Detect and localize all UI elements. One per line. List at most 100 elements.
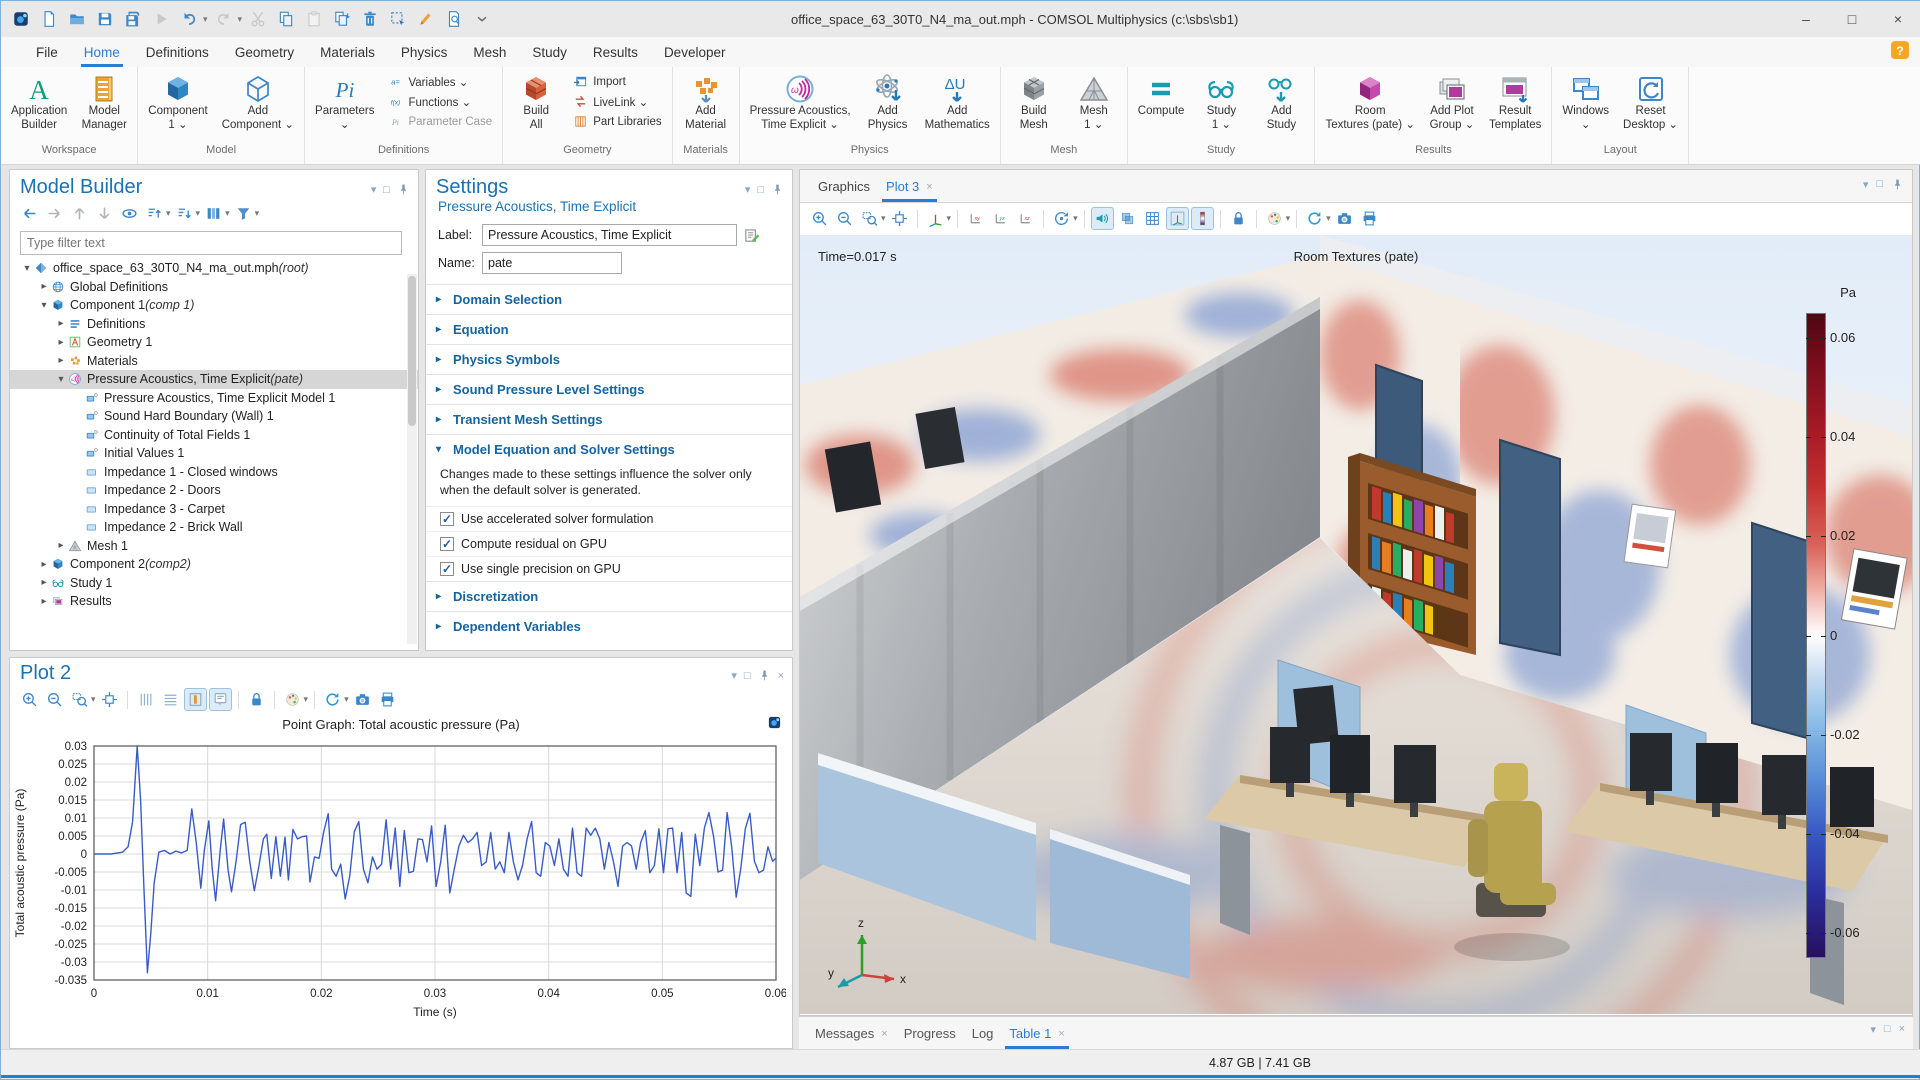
copy-icon[interactable] (274, 7, 298, 31)
duplicate-icon[interactable] (330, 7, 354, 31)
help-icon[interactable]: ? (1889, 39, 1913, 63)
checkbox[interactable]: ✓ (440, 562, 454, 576)
arrow-right-button[interactable] (43, 202, 66, 225)
select-frame-icon[interactable] (386, 7, 410, 31)
ribbon-button-pressure-acoustics-time-explicit[interactable]: ω Pressure Acoustics, Time Explicit ⌄ (744, 71, 857, 132)
tab-messages[interactable]: Messages × (807, 1020, 896, 1049)
tree-item-global-definitions[interactable]: ▸ Global Definitions (10, 278, 418, 297)
view-yz-button[interactable]: yz (989, 207, 1012, 230)
dropdown-arrow-icon[interactable]: ▾ (238, 14, 243, 25)
dropdown-arrow-icon[interactable]: ▾ (1073, 213, 1078, 224)
ribbon-button-compute[interactable]: Compute (1132, 71, 1191, 119)
float-icon[interactable]: □ (1876, 178, 1883, 191)
zoom-extents-button[interactable] (98, 688, 121, 711)
settings-section-transient-mesh-settings[interactable]: ▸ Transient Mesh Settings (426, 404, 792, 434)
scene-axes-button[interactable] (1165, 207, 1189, 230)
zoom-box-button[interactable] (858, 207, 881, 230)
ribbon-button-variables[interactable]: a= Variables ⌄ (384, 72, 496, 91)
ribbon-button-parameters[interactable]: Pi Parameters ⌄ (309, 71, 380, 132)
ribbon-button-component-1[interactable]: Component 1 ⌄ (142, 71, 213, 132)
dropdown-icon[interactable]: ▾ (731, 669, 737, 682)
tree-closed-chevron-icon[interactable]: ▸ (37, 281, 51, 292)
settings-section-dependent-variables[interactable]: ▸ Dependent Variables (426, 611, 792, 641)
arrow-up-button[interactable] (68, 202, 91, 225)
filter-button[interactable] (232, 202, 255, 225)
delete-icon[interactable] (358, 7, 382, 31)
tree-item-study-1[interactable]: ▸ Study 1 (10, 574, 418, 593)
grid-v-button[interactable] (134, 688, 157, 711)
ribbon-button-livelink[interactable]: LiveLink ⌄ (569, 92, 665, 111)
clear-mark-icon[interactable] (414, 7, 438, 31)
tab-log[interactable]: Log (964, 1020, 1002, 1049)
zoom-out-button[interactable] (833, 207, 856, 230)
save-all-icon[interactable] (121, 7, 145, 31)
dropdown-icon[interactable]: ▾ (1870, 1023, 1876, 1036)
tree-closed-chevron-icon[interactable]: ▸ (54, 318, 68, 329)
ribbon-button-import[interactable]: Import (569, 72, 665, 91)
save-icon[interactable] (93, 7, 117, 31)
tree-closed-chevron-icon[interactable]: ▸ (54, 355, 68, 366)
camera-button[interactable] (1333, 207, 1356, 230)
ribbon-button-parameter-case[interactable]: Pi Parameter Case (384, 112, 496, 131)
dropdown-arrow-icon[interactable]: ▾ (881, 213, 886, 224)
tree-closed-chevron-icon[interactable]: ▸ (37, 559, 51, 570)
tree-item-impedance-3-carpet[interactable]: Impedance 3 - Carpet (10, 500, 418, 519)
tree-item-definitions[interactable]: ▸ Definitions (10, 315, 418, 334)
dropdown-arrow-icon[interactable]: ▾ (203, 14, 208, 25)
ribbon-button-build-all[interactable]: Build All (507, 71, 565, 132)
menu-item-home[interactable]: Home (71, 40, 133, 67)
dropdown-arrow-icon[interactable]: ▾ (225, 208, 230, 219)
scrollbar-thumb[interactable] (408, 276, 416, 426)
toolbar-chevron-icon[interactable] (470, 7, 494, 31)
close-icon[interactable]: × (778, 670, 784, 682)
pin-icon[interactable] (758, 669, 771, 682)
dropdown-arrow-icon[interactable]: ▾ (91, 694, 96, 705)
ribbon-button-windows[interactable]: Windows ⌄ (1556, 71, 1615, 132)
tree-item-pressure-acoustics-time-explicit-model-1[interactable]: D Pressure Acoustics, Time Explicit Model… (10, 389, 418, 408)
tab-close-icon[interactable]: × (926, 181, 932, 193)
run-icon[interactable] (149, 7, 173, 31)
settings-section-sound-pressure-level-settings[interactable]: ▸ Sound Pressure Level Settings (426, 374, 792, 404)
settings-section-physics-symbols[interactable]: ▸ Physics Symbols (426, 344, 792, 374)
axes-orient-button[interactable] (924, 207, 947, 230)
pin-icon[interactable] (397, 183, 410, 196)
palette-button[interactable] (1263, 207, 1286, 230)
grid-h-button[interactable] (159, 688, 182, 711)
dropdown-icon[interactable]: ▾ (745, 183, 751, 196)
lock-button[interactable] (245, 688, 268, 711)
menu-item-developer[interactable]: Developer (651, 40, 739, 67)
paste-icon[interactable] (302, 7, 326, 31)
tree-open-chevron-icon[interactable]: ▾ (37, 300, 51, 311)
maximize-button[interactable]: □ (1829, 1, 1875, 37)
minimize-button[interactable]: – (1783, 1, 1829, 37)
tab-plot-3[interactable]: Plot 3 × (878, 172, 941, 202)
colorbar-icon-button[interactable] (1190, 207, 1214, 230)
zoom-extents-button[interactable] (888, 207, 911, 230)
ribbon-button-application-builder[interactable]: A Application Builder (5, 71, 73, 132)
zoom-in-button[interactable] (808, 207, 831, 230)
view-xz-button[interactable]: xz (1014, 207, 1037, 230)
cut-icon[interactable] (246, 7, 270, 31)
tree-closed-chevron-icon[interactable]: ▸ (37, 596, 51, 607)
tree-item-impedance-2-brick-wall[interactable]: Impedance 2 - Brick Wall (10, 518, 418, 537)
tab-table-1[interactable]: Table 1 × (1001, 1020, 1072, 1049)
dropdown-icon[interactable]: ▾ (371, 183, 377, 196)
axis-y-toggle-button[interactable] (183, 688, 207, 711)
sort-desc-button[interactable] (173, 202, 196, 225)
tree-open-chevron-icon[interactable]: ▾ (54, 374, 68, 385)
settings-section-model-equation-and-solver-settings[interactable]: ▾ Model Equation and Solver Settings (426, 434, 792, 464)
camera-button[interactable] (351, 688, 374, 711)
print-button[interactable] (1358, 207, 1381, 230)
eye-button[interactable] (118, 202, 141, 225)
tree-item-impedance-1-closed-windows[interactable]: Impedance 1 - Closed windows (10, 463, 418, 482)
comsol-badge-icon[interactable] (9, 7, 33, 31)
graphics-3d-canvas[interactable]: Time=0.017 s Room Textures (pate) Pa 0.0… (800, 235, 1912, 1015)
tree-closed-chevron-icon[interactable]: ▸ (54, 540, 68, 551)
transparency-button[interactable] (1116, 207, 1139, 230)
pin-icon[interactable] (771, 183, 784, 196)
dropdown-icon[interactable]: ▾ (1863, 178, 1869, 191)
tree-item-initial-values-1[interactable]: D Initial Values 1 (10, 444, 418, 463)
ribbon-button-add-plot-group[interactable]: Add Plot Group ⌄ (1423, 71, 1481, 132)
tab-graphics[interactable]: Graphics (810, 172, 878, 202)
view-xy-button[interactable]: xy (964, 207, 987, 230)
